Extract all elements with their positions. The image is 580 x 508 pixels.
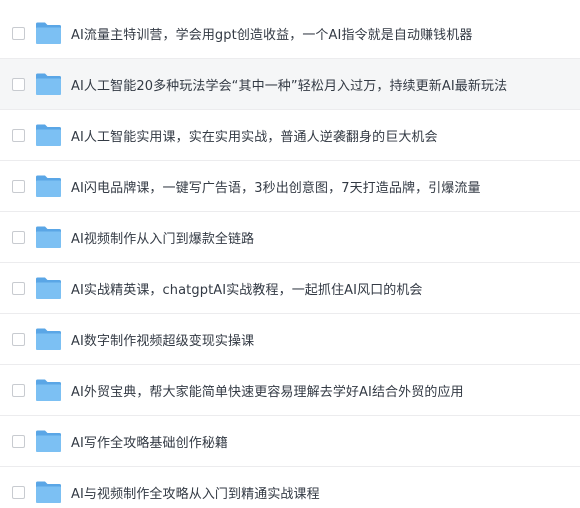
- folder-name[interactable]: AI外贸宝典，帮大家能简单快速更容易理解去学好AI结合外贸的应用: [71, 381, 464, 400]
- folder-name[interactable]: AI写作全攻略基础创作秘籍: [71, 432, 228, 451]
- list-item[interactable]: AI人工智能20多种玩法学会“其中一种”轻松月入过万，持续更新AI最新玩法: [0, 59, 580, 109]
- folder-icon: [35, 123, 62, 147]
- row-checkbox[interactable]: [12, 281, 25, 295]
- row-checkbox[interactable]: [12, 332, 25, 346]
- folder-name[interactable]: AI人工智能实用课，实在实用实战，普通人逆袭翻身的巨大机会: [71, 126, 438, 145]
- list-item[interactable]: AI人工智能实用课，实在实用实战，普通人逆袭翻身的巨大机会: [0, 110, 580, 160]
- folder-name[interactable]: AI数字制作视频超级变现实操课: [71, 330, 254, 349]
- folder-icon: [35, 378, 62, 402]
- file-list: AI流量主特训营，学会用gpt创造收益，一个AI指令就是自动赚钱机器 AI人工智…: [0, 0, 580, 508]
- row-checkbox[interactable]: [12, 179, 25, 193]
- row-checkbox[interactable]: [12, 77, 25, 91]
- folder-icon: [35, 225, 62, 249]
- row-checkbox[interactable]: [12, 26, 25, 40]
- list-item[interactable]: AI外贸宝典，帮大家能简单快速更容易理解去学好AI结合外贸的应用: [0, 365, 580, 415]
- folder-icon: [35, 21, 62, 45]
- row-checkbox[interactable]: [12, 128, 25, 142]
- folder-icon: [35, 276, 62, 300]
- folder-icon: [35, 327, 62, 351]
- row-checkbox[interactable]: [12, 434, 25, 448]
- list-item[interactable]: AI流量主特训营，学会用gpt创造收益，一个AI指令就是自动赚钱机器: [0, 8, 580, 58]
- folder-name[interactable]: AI流量主特训营，学会用gpt创造收益，一个AI指令就是自动赚钱机器: [71, 24, 472, 43]
- folder-icon: [35, 480, 62, 504]
- list-item[interactable]: AI实战精英课，chatgptAI实战教程，一起抓住AI风口的机会: [0, 263, 580, 313]
- folder-name[interactable]: AI人工智能20多种玩法学会“其中一种”轻松月入过万，持续更新AI最新玩法: [71, 75, 507, 94]
- folder-name[interactable]: AI实战精英课，chatgptAI实战教程，一起抓住AI风口的机会: [71, 279, 423, 298]
- row-checkbox[interactable]: [12, 485, 25, 499]
- list-item[interactable]: AI写作全攻略基础创作秘籍: [0, 416, 580, 466]
- row-checkbox[interactable]: [12, 383, 25, 397]
- folder-name[interactable]: AI闪电品牌课，一键写广告语，3秒出创意图，7天打造品牌，引爆流量: [71, 177, 481, 196]
- list-item[interactable]: AI数字制作视频超级变现实操课: [0, 314, 580, 364]
- folder-icon: [35, 72, 62, 96]
- list-item[interactable]: AI视频制作从入门到爆款全链路: [0, 212, 580, 262]
- folder-icon: [35, 429, 62, 453]
- list-item[interactable]: AI与视频制作全攻略从入门到精通实战课程: [0, 467, 580, 508]
- folder-name[interactable]: AI视频制作从入门到爆款全链路: [71, 228, 254, 247]
- folder-icon: [35, 174, 62, 198]
- folder-name[interactable]: AI与视频制作全攻略从入门到精通实战课程: [71, 483, 320, 502]
- row-checkbox[interactable]: [12, 230, 25, 244]
- list-item[interactable]: AI闪电品牌课，一键写广告语，3秒出创意图，7天打造品牌，引爆流量: [0, 161, 580, 211]
